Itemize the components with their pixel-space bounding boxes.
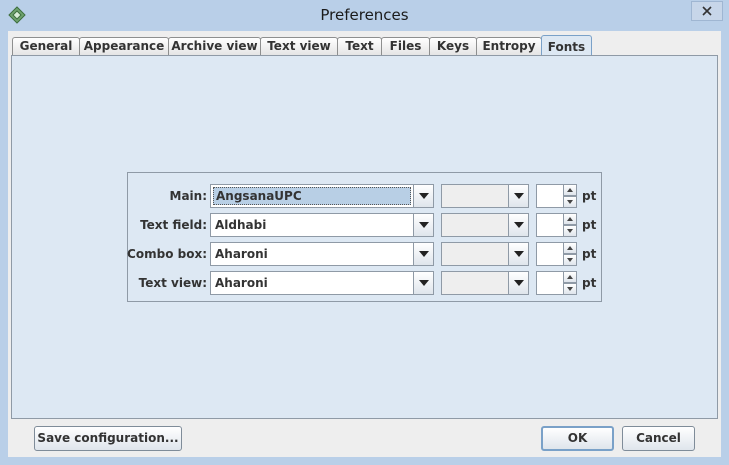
tab-general[interactable]: General [12, 37, 80, 56]
chevron-down-icon [418, 280, 429, 286]
chevron-down-icon [418, 193, 429, 199]
font-family-select[interactable]: Aldhabi [210, 213, 434, 237]
font-row-label: Combo box: [127, 247, 207, 261]
font-row-label: Main: [169, 189, 208, 203]
dropdown-button[interactable] [413, 214, 433, 236]
font-size-field[interactable] [536, 242, 564, 266]
fonts-panel: Main: AngsanaUPC pt Text field: Aldhabi … [11, 55, 718, 419]
font-style-select[interactable] [441, 242, 529, 266]
arrow-up-icon [567, 246, 573, 250]
chevron-down-icon [513, 280, 524, 286]
spin-up-button[interactable] [563, 271, 577, 283]
size-unit-label: pt [582, 276, 597, 290]
dialog-body: General Appearance Archive view Text vie… [8, 31, 721, 457]
font-size-field[interactable] [536, 271, 564, 295]
spin-down-button[interactable] [563, 283, 577, 295]
font-family-select[interactable]: Aharoni [210, 242, 434, 266]
tab-fonts[interactable]: Fonts [541, 35, 592, 57]
arrow-down-icon [567, 229, 573, 233]
arrow-down-icon [567, 287, 573, 291]
spin-up-button[interactable] [563, 242, 577, 254]
size-unit-label: pt [582, 247, 597, 261]
arrow-up-icon [567, 188, 573, 192]
font-style-select[interactable] [441, 271, 529, 295]
spin-down-button[interactable] [563, 225, 577, 237]
font-size-spinner[interactable] [536, 184, 578, 208]
font-row-label: Text view: [138, 276, 207, 290]
font-size-field[interactable] [536, 213, 564, 237]
close-icon [702, 6, 712, 16]
dropdown-button[interactable] [508, 272, 528, 294]
arrow-down-icon [567, 200, 573, 204]
font-family-value: Aharoni [215, 276, 268, 290]
font-row-combo-box: Combo box: Aharoni pt [127, 242, 603, 266]
font-family-value: Aldhabi [215, 218, 267, 232]
font-family-select[interactable]: Aharoni [210, 271, 434, 295]
font-size-field[interactable] [536, 184, 564, 208]
spin-up-button[interactable] [563, 213, 577, 225]
font-size-spinner[interactable] [536, 242, 578, 266]
font-size-spinner[interactable] [536, 213, 578, 237]
tab-archive-view[interactable]: Archive view [168, 37, 261, 56]
tab-text[interactable]: Text [337, 37, 382, 56]
arrow-up-icon [567, 217, 573, 221]
dropdown-button[interactable] [508, 243, 528, 265]
ok-button[interactable]: OK [541, 426, 614, 451]
size-unit-label: pt [582, 189, 597, 203]
spin-up-button[interactable] [563, 184, 577, 196]
font-row-main: Main: AngsanaUPC pt [128, 184, 603, 208]
window-title: Preferences [320, 6, 409, 24]
font-family-value: AngsanaUPC [213, 187, 411, 205]
dropdown-button[interactable] [413, 243, 433, 265]
font-settings-group: Main: AngsanaUPC pt Text field: Aldhabi … [127, 172, 602, 302]
font-style-select[interactable] [441, 213, 529, 237]
tab-appearance[interactable]: Appearance [79, 37, 169, 56]
title-bar[interactable]: Preferences [0, 0, 729, 30]
dropdown-button[interactable] [508, 185, 528, 207]
arrow-up-icon [567, 275, 573, 279]
size-unit-label: pt [582, 218, 597, 232]
font-row-text-field: Text field: Aldhabi pt [128, 213, 603, 237]
chevron-down-icon [513, 193, 524, 199]
tab-entropy[interactable]: Entropy [476, 37, 542, 56]
tab-keys[interactable]: Keys [429, 37, 477, 56]
font-family-value: Aharoni [215, 247, 268, 261]
preferences-window: Preferences General Appearance Archive v… [0, 0, 729, 465]
font-row-text-view: Text view: Aharoni pt [128, 271, 603, 295]
font-style-select[interactable] [441, 184, 529, 208]
font-size-spinner[interactable] [536, 271, 578, 295]
chevron-down-icon [418, 251, 429, 257]
save-configuration-button[interactable]: Save configuration... [34, 426, 182, 451]
cancel-button[interactable]: Cancel [622, 426, 695, 451]
close-button[interactable] [691, 1, 723, 21]
spin-down-button[interactable] [563, 196, 577, 208]
font-row-label: Text field: [140, 218, 207, 232]
spin-down-button[interactable] [563, 254, 577, 266]
chevron-down-icon [513, 251, 524, 257]
chevron-down-icon [513, 222, 524, 228]
tab-text-view[interactable]: Text view [260, 37, 338, 56]
tab-files[interactable]: Files [381, 37, 430, 56]
dropdown-button[interactable] [508, 214, 528, 236]
chevron-down-icon [418, 222, 429, 228]
dropdown-button[interactable] [413, 272, 433, 294]
dropdown-button[interactable] [413, 185, 433, 207]
arrow-down-icon [567, 258, 573, 262]
font-family-select[interactable]: AngsanaUPC [210, 184, 434, 208]
